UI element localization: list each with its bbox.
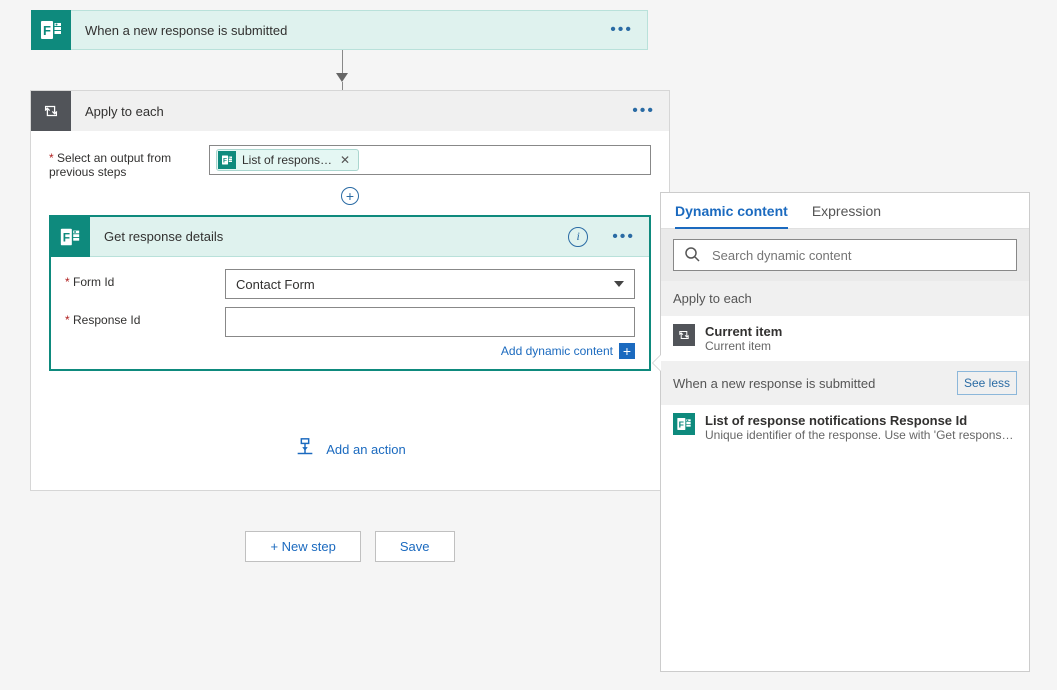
plus-icon[interactable]: +: [619, 343, 635, 359]
form-id-select[interactable]: Contact Form: [225, 269, 635, 299]
save-button[interactable]: Save: [375, 531, 455, 562]
tab-expression[interactable]: Expression: [812, 203, 881, 228]
add-action-label: Add an action: [326, 442, 406, 457]
dynamic-item-current-item[interactable]: Current item Current item: [661, 316, 1029, 361]
ellipsis-icon[interactable]: •••: [618, 102, 669, 120]
section-header-apply: Apply to each: [661, 281, 1029, 316]
flow-connector: [36, 50, 648, 90]
form-id-value: Contact Form: [236, 277, 315, 292]
forms-icon: [31, 10, 71, 50]
add-action-icon: [294, 437, 316, 462]
arrow-down-icon: [336, 73, 348, 82]
ellipsis-icon[interactable]: •••: [598, 228, 649, 246]
add-action-button[interactable]: Add an action: [49, 437, 651, 462]
forms-icon: [218, 151, 236, 169]
dynamic-item-response-id[interactable]: List of response notifications Response …: [661, 405, 1029, 450]
section-header-trigger: When a new response is submitted See les…: [661, 361, 1029, 405]
response-id-label: Response Id: [65, 307, 205, 327]
forms-icon: [673, 413, 695, 435]
select-output-label: Select an output from previous steps: [49, 145, 189, 179]
search-icon: [684, 246, 700, 265]
dynamic-content-panel: Dynamic content Expression Apply to each: [660, 192, 1030, 672]
dynamic-content-search[interactable]: [673, 239, 1017, 271]
loop-icon: [31, 91, 71, 131]
see-less-button[interactable]: See less: [957, 371, 1017, 395]
apply-to-each-header[interactable]: Apply to each •••: [31, 91, 669, 131]
search-input[interactable]: [710, 247, 1006, 264]
trigger-card[interactable]: When a new response is submitted •••: [36, 10, 648, 50]
chevron-down-icon: [614, 281, 624, 287]
loop-icon: [673, 324, 695, 346]
token-list-of-responses[interactable]: List of respons… ✕: [216, 149, 359, 171]
trigger-title: When a new response is submitted: [85, 23, 596, 38]
info-icon[interactable]: i: [568, 227, 588, 247]
close-icon[interactable]: ✕: [338, 153, 352, 167]
select-output-input[interactable]: List of respons… ✕: [209, 145, 651, 175]
form-id-label: Form Id: [65, 269, 205, 289]
apply-title: Apply to each: [85, 104, 618, 119]
panel-beak: [653, 355, 661, 371]
token-label: List of respons…: [242, 153, 332, 167]
get-response-details-card: Get response details i ••• Form Id Conta…: [49, 215, 651, 371]
apply-to-each-card: Apply to each ••• Select an output from …: [30, 90, 670, 491]
action-header[interactable]: Get response details i •••: [51, 217, 649, 257]
ellipsis-icon[interactable]: •••: [596, 21, 647, 39]
response-id-input[interactable]: [225, 307, 635, 337]
insert-step-button[interactable]: +: [341, 187, 359, 205]
action-title: Get response details: [104, 229, 568, 244]
tab-dynamic-content[interactable]: Dynamic content: [675, 203, 788, 229]
forms-icon: [50, 217, 90, 257]
new-step-button[interactable]: + New step: [245, 531, 360, 562]
add-dynamic-content-link[interactable]: Add dynamic content: [501, 344, 613, 358]
